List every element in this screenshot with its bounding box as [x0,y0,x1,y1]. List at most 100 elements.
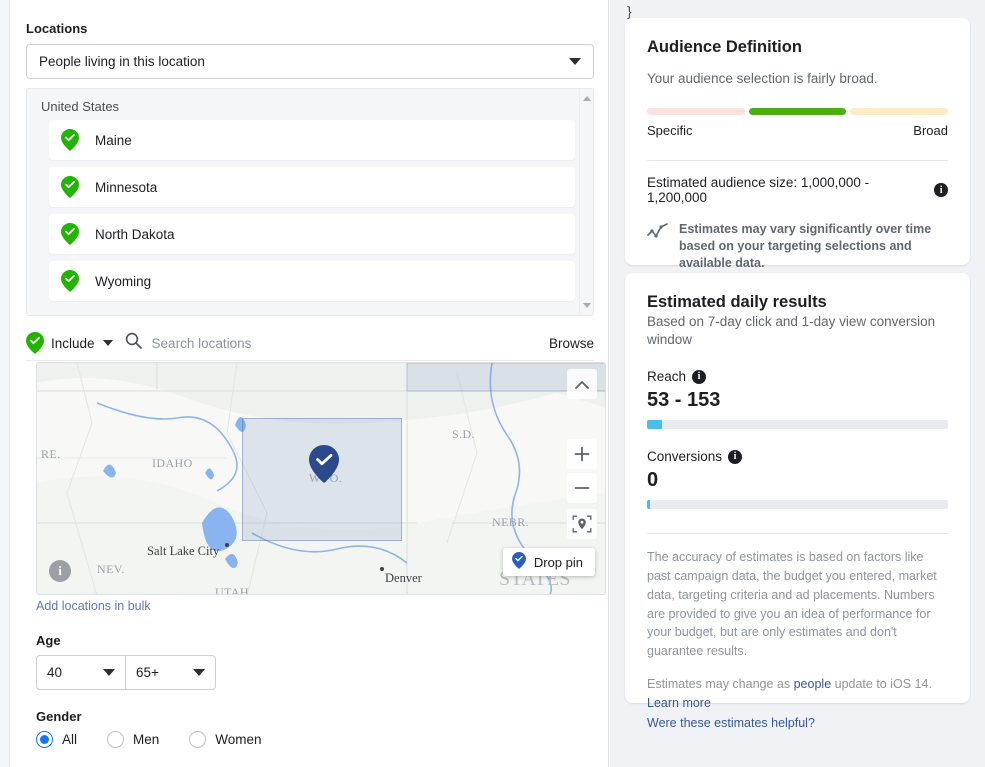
radio-icon[interactable] [107,731,125,748]
conversions-progress-bar [647,500,948,510]
map-state-label: S.D. [452,427,475,441]
estimates-helpful-link[interactable]: Were these estimates helpful? [647,714,948,733]
include-dropdown-label[interactable]: Include [51,336,95,351]
gender-option-women[interactable]: Women [189,731,262,748]
locations-label: Locations [26,21,88,36]
map-state-label: NEV. [97,562,125,576]
scroll-down-icon[interactable] [583,303,591,308]
ios-notice: Estimates may change as people update to… [647,675,948,733]
ios-notice-mid: update to iOS 14. [831,676,932,691]
age-label: Age [36,633,61,648]
accuracy-disclaimer: The accuracy of estimates is based on fa… [647,550,937,659]
list-item-label: North Dakota [95,226,175,242]
chevron-down-icon [103,669,115,676]
location-type-select[interactable]: People living in this location [26,44,594,79]
reach-metric-label: Reach i [647,369,948,384]
gauge-label-specific: Specific [647,123,693,138]
map-pin-icon [309,445,339,483]
learn-more-link[interactable]: Learn more [647,696,711,710]
gender-label: Gender [36,709,82,724]
estimated-daily-results-card: Estimated daily results Based on 7-day c… [625,273,970,730]
map-zoom-in-button[interactable] [567,439,597,469]
estimates-right-panel: } Audience Definition Your audience sele… [610,0,985,767]
stray-text: } [627,3,632,19]
map-collapse-button[interactable] [567,369,597,399]
gauge-segment-broad [850,108,949,115]
audience-definition-card: Audience Definition Your audience select… [625,18,970,270]
results-card-subtitle: Based on 7-day click and 1-day view conv… [647,314,936,348]
people-link[interactable]: people [794,677,832,691]
conversions-progress-fill [647,500,650,510]
browse-button[interactable]: Browse [549,336,594,351]
divider [647,533,948,535]
estimates-note-text: Estimates may vary significantly over ti… [679,222,932,270]
trend-chart-icon [647,221,679,244]
map-city-label: Salt Lake City [147,544,220,558]
age-min-select[interactable]: 40 [36,655,126,690]
conversions-metric-label: Conversions i [647,449,948,464]
search-input[interactable]: Search locations [152,336,252,351]
gender-option-label: Women [215,732,262,747]
audience-card-title: Audience Definition [647,38,802,56]
locations-scrollbar[interactable] [579,89,593,315]
estimated-audience-size: Estimated audience size: 1,000,000 - 1,2… [647,175,948,205]
list-item-label: Minnesota [95,179,158,195]
map-state-label: RE. [41,447,61,461]
gender-radio-group: All Men Women [36,731,292,748]
map-city-label: Denver [385,571,422,585]
info-icon[interactable]: i [692,369,707,384]
radio-icon[interactable] [36,731,53,748]
gauge-segment-specific [647,108,745,115]
chevron-down-icon [193,669,205,676]
scroll-up-icon[interactable] [583,96,591,101]
list-item-label: Wyoming [95,273,152,289]
info-icon[interactable]: i [934,183,948,197]
gender-option-men[interactable]: Men [107,731,159,748]
map-state-label: NEBR. [492,515,530,529]
audience-card-subtitle: Your audience selection is fairly broad. [647,71,878,86]
gauge-label-broad: Broad [913,123,948,138]
green-pin-check-icon [61,129,79,151]
audience-breadth-gauge[interactable] [647,108,949,115]
gender-option-all[interactable]: All [36,731,77,748]
green-pin-check-icon [61,223,79,245]
chevron-down-icon [569,58,581,65]
age-max-select[interactable]: 65+ [126,655,216,690]
ios-notice-prefix: Estimates may change as [647,676,794,691]
search-icon [125,332,142,354]
reach-value: 53 - 153 [647,389,721,412]
list-item[interactable]: Wyoming [49,261,575,301]
targeting-left-panel: Locations People living in this location… [11,0,609,767]
map-info-icon[interactable]: i [49,560,71,582]
gender-option-label: Men [133,732,160,747]
age-range-group: 40 65+ [36,655,216,690]
chevron-down-icon[interactable] [102,340,113,346]
list-item[interactable]: Maine [49,120,575,160]
list-item-label: Maine [95,132,132,148]
include-search-row: Include Search locations Browse [26,326,594,361]
map-locate-button[interactable] [567,509,597,539]
age-max-value: 65+ [136,665,159,680]
map-state-label: IDAHO [152,456,193,470]
divider [647,160,948,161]
map-state-label: UTAH [215,585,249,595]
green-pin-check-icon [61,176,79,198]
reach-progress-fill [647,420,663,430]
green-pin-check-icon [61,270,79,292]
info-icon[interactable]: i [728,449,743,464]
location-type-value: People living in this location [39,54,205,69]
green-pin-check-icon [26,332,44,354]
radio-icon[interactable] [189,731,207,748]
map-zoom-out-button[interactable] [567,473,597,503]
list-item[interactable]: Minnesota [49,167,575,207]
blue-pin-icon [511,552,526,572]
drop-pin-label: Drop pin [533,554,583,570]
estimates-note: Estimates may vary significantly over ti… [647,221,948,272]
add-locations-bulk-link[interactable]: Add locations in bulk [36,599,151,613]
drop-pin-button[interactable]: Drop pin [502,548,595,576]
location-map[interactable]: RE. IDAHO S.D. WYO. NEBR. NEV. UTAH STAT… [36,362,606,595]
conversions-label-text: Conversions [647,449,723,465]
list-item[interactable]: North Dakota [49,214,575,254]
selected-locations-list: United States Maine Minnesota North Dako… [26,88,594,316]
age-min-value: 40 [47,665,63,680]
